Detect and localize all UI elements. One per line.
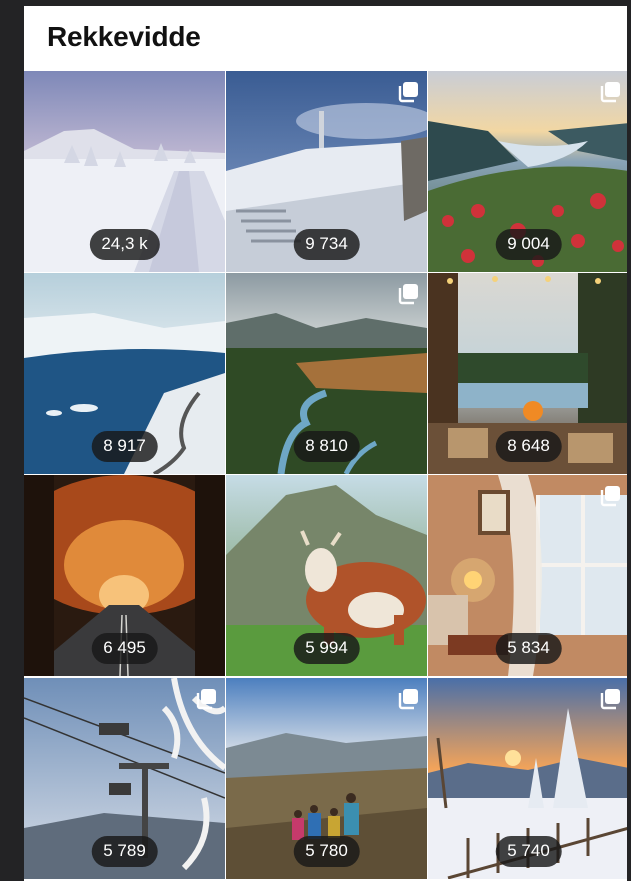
post-thumbnail[interactable]: 5 994	[226, 475, 427, 676]
reach-count-badge: 8 917	[91, 431, 158, 462]
post-thumbnail[interactable]: 8 917	[24, 273, 225, 474]
reach-count-badge: 5 789	[91, 836, 158, 867]
post-thumbnail[interactable]: 6 495	[24, 475, 225, 676]
reach-count-badge: 5 740	[495, 836, 562, 867]
post-thumbnail[interactable]: 5 834	[428, 475, 627, 676]
reach-count-badge: 5 834	[495, 633, 562, 664]
reach-count-badge: 6 495	[91, 633, 158, 664]
post-thumbnail[interactable]: 9 004	[428, 71, 627, 272]
reach-count-badge: 5 994	[293, 633, 360, 664]
reach-count-badge: 5 780	[293, 836, 360, 867]
post-thumbnail[interactable]: 5 780	[226, 678, 427, 879]
carousel-icon	[397, 81, 419, 103]
carousel-icon	[599, 485, 621, 507]
post-thumbnail[interactable]: 5 789	[24, 678, 225, 879]
carousel-icon	[397, 688, 419, 710]
post-thumbnail[interactable]: 8 810	[226, 273, 427, 474]
reach-count-badge: 8 648	[495, 431, 562, 462]
reach-panel: Rekkevidde 24,3 k 9 734 9 004 8 917 8 81…	[24, 6, 627, 881]
reach-count-badge: 9 734	[293, 229, 360, 260]
page-title: Rekkevidde	[47, 21, 201, 52]
post-thumbnail[interactable]: 8 648	[428, 273, 627, 474]
post-thumbnail[interactable]: 24,3 k	[24, 71, 225, 272]
reach-count-badge: 24,3 k	[89, 229, 160, 260]
carousel-icon	[599, 688, 621, 710]
header: Rekkevidde	[24, 6, 627, 70]
carousel-icon	[195, 688, 217, 710]
carousel-icon	[397, 283, 419, 305]
reach-count-badge: 8 810	[293, 431, 360, 462]
carousel-icon	[599, 81, 621, 103]
post-thumbnail[interactable]: 9 734	[226, 71, 427, 272]
reach-count-badge: 9 004	[495, 229, 562, 260]
post-thumbnail[interactable]: 5 740	[428, 678, 627, 879]
